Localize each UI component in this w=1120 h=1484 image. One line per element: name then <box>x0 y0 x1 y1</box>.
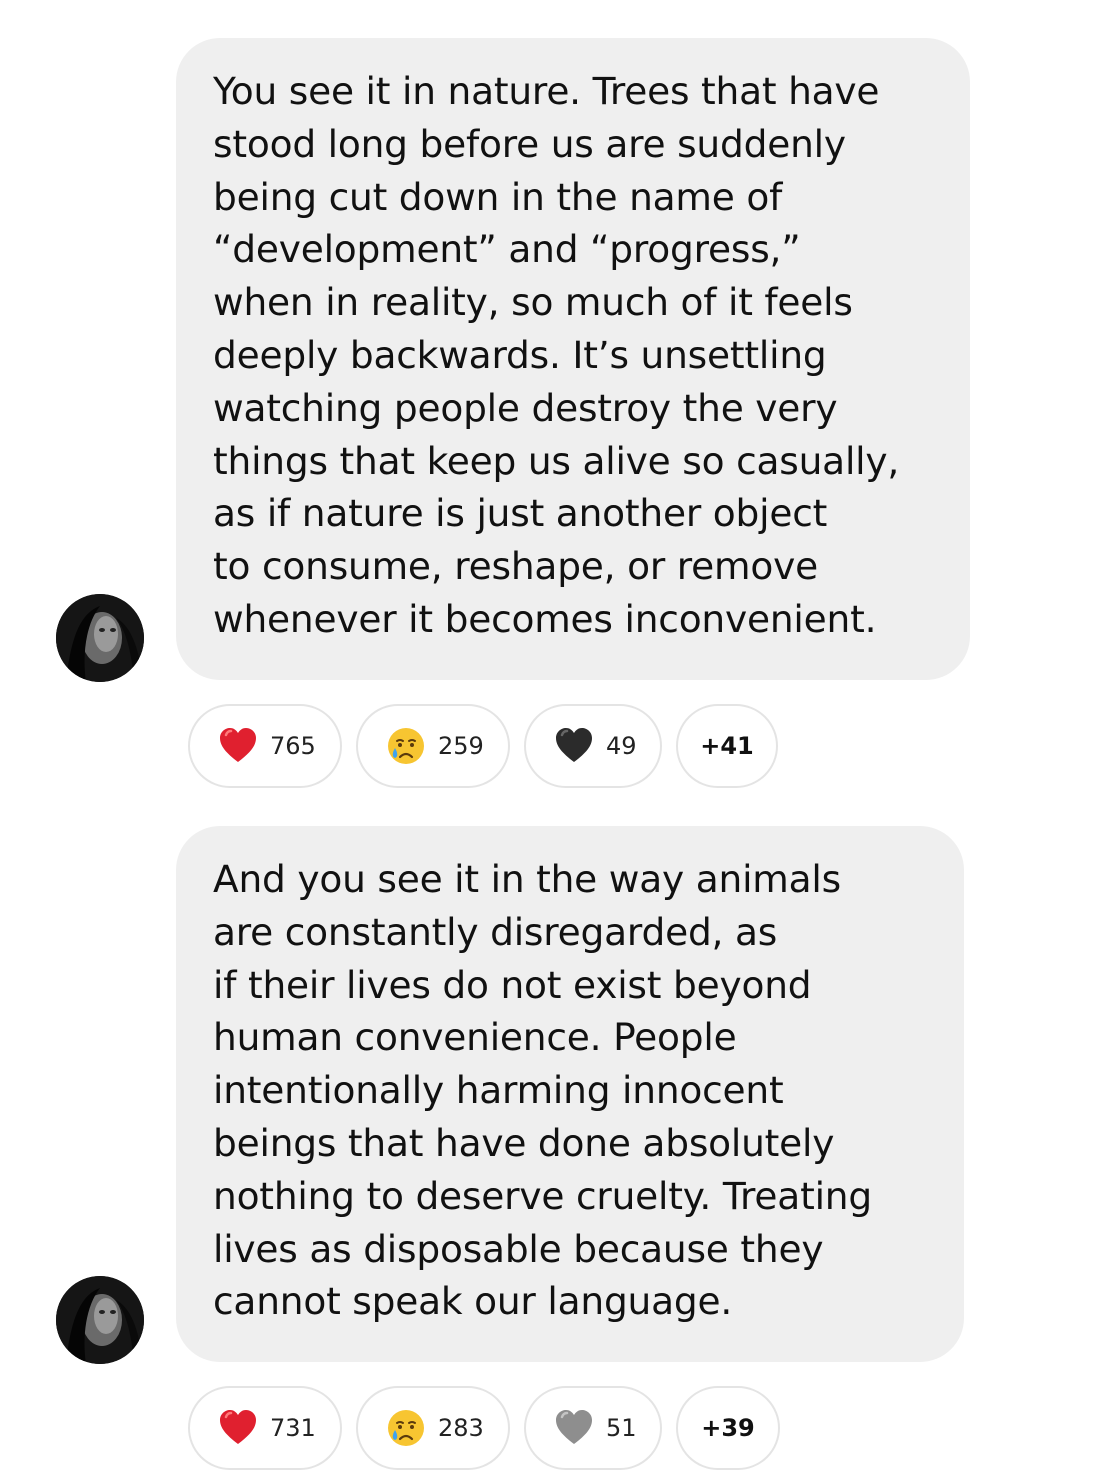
message-text-line: cannot speak our language. <box>213 1279 733 1324</box>
reaction-count: 259 <box>438 732 484 760</box>
crying-face-icon <box>386 1408 426 1448</box>
crying-face-icon <box>386 726 426 766</box>
reaction-black-heart[interactable]: 49 <box>524 704 662 788</box>
message-text-line: You see it in nature. Trees that have <box>213 69 880 113</box>
avatar-portrait-image <box>56 1276 144 1364</box>
reaction-count: 49 <box>606 732 637 760</box>
message-text-line: if their lives do not exist beyond <box>213 962 812 1007</box>
message-text-line: things that keep us alive so casually, <box>213 438 900 483</box>
reaction-crying-face[interactable]: 283 <box>356 1386 510 1470</box>
reaction-bar: 765 259 49 +41 <box>188 704 788 790</box>
message-text-line: nothing to deserve cruelty. Treating <box>213 1173 872 1218</box>
message-text-line: are constantly disregarded, as <box>213 909 778 954</box>
message-text-line: human convenience. People <box>213 1015 737 1060</box>
message-text-line: being cut down in the name of <box>213 174 783 219</box>
sender-avatar[interactable] <box>56 1276 144 1364</box>
message-text-line: to consume, reshape, or remove <box>213 544 818 589</box>
reaction-count: 731 <box>270 1414 316 1442</box>
message-text-line: And you see it in the way animals <box>213 857 841 901</box>
message-text-line: intentionally harming innocent <box>213 1068 784 1113</box>
sender-avatar[interactable] <box>56 594 144 682</box>
message-bubble[interactable]: You see it in nature. Trees that have st… <box>176 38 970 680</box>
message-text-line: as if nature is just another object <box>213 491 828 536</box>
reaction-crying-face[interactable]: 259 <box>356 704 510 788</box>
red-heart-icon <box>218 726 258 766</box>
grey-heart-icon <box>554 1408 594 1448</box>
reaction-bar: 731 283 51 +39 <box>188 1386 788 1472</box>
reaction-count: 51 <box>606 1414 637 1442</box>
message-text-line: “development” and “progress,” <box>213 227 801 272</box>
black-heart-icon <box>554 726 594 766</box>
message-text-line: when in reality, so much of it feels <box>213 280 853 325</box>
message-text-line: stood long before us are suddenly <box>213 121 846 166</box>
message-text-line: beings that have done absolutely <box>213 1120 835 1165</box>
reaction-grey-heart[interactable]: 51 <box>524 1386 662 1470</box>
red-heart-icon <box>218 1408 258 1448</box>
more-reactions-button[interactable]: +41 <box>676 704 778 788</box>
more-reactions-count: +39 <box>701 1414 755 1442</box>
reaction-count: 765 <box>270 732 316 760</box>
message-text-line: whenever it becomes inconvenient. <box>213 596 877 641</box>
reaction-red-heart[interactable]: 765 <box>188 704 342 788</box>
reaction-red-heart[interactable]: 731 <box>188 1386 342 1470</box>
avatar-portrait-image <box>56 594 144 682</box>
message-text-line: deeply backwards. It’s unsettling <box>213 332 827 377</box>
message-text-line: watching people destroy the very <box>213 385 838 430</box>
message-text-line: lives as disposable because they <box>213 1226 824 1271</box>
message-bubble[interactable]: And you see it in the way animals are co… <box>176 826 964 1362</box>
more-reactions-button[interactable]: +39 <box>676 1386 780 1470</box>
more-reactions-count: +41 <box>700 732 754 760</box>
reaction-count: 283 <box>438 1414 484 1442</box>
